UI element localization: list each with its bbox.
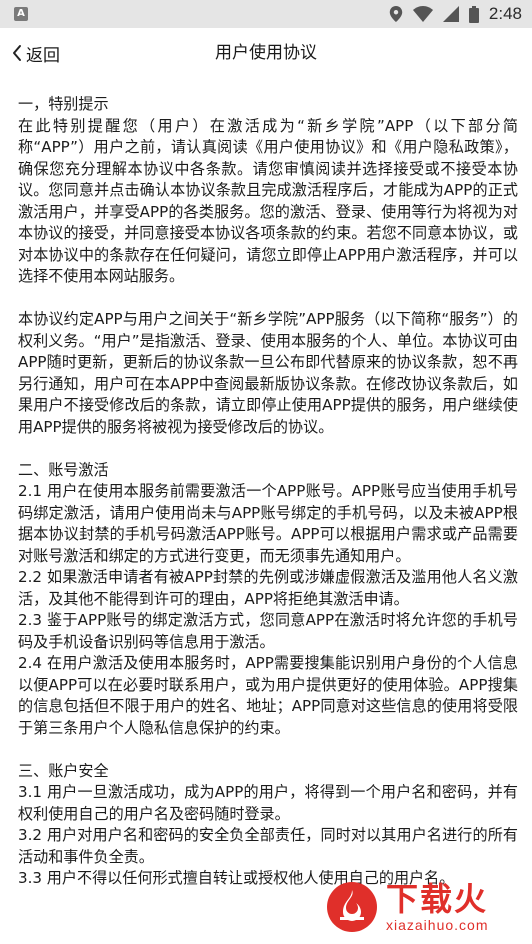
agreement-clause: 2.3 鉴于APP账号的绑定激活方式，您同意APP在激活时将允许您的手机号码及手… (18, 611, 518, 651)
agreement-clause: 2.2 如果激活申请者有被APP封禁的先例或涉嫌虚假激活及滥用他人名义激活，及其… (18, 568, 518, 608)
agreement-clause: 3.2 用户对用户名和密码的安全负全部责任，同时对以其用户名进行的所有活动和事件… (18, 826, 518, 866)
status-bar: A 2:48 (0, 0, 532, 28)
watermark-domain: xiazaihuo.com (386, 916, 489, 933)
section-heading: 二、账号激活 (18, 460, 109, 479)
agreement-clause: 2.1 用户在使用本服务前需要激活一个APP账号。APP账号应当使用手机号码绑定… (18, 482, 518, 565)
section-heading: 三、账户安全 (18, 761, 109, 780)
page-title: 用户使用协议 (215, 43, 317, 63)
section-heading: 一，特别提示 (18, 95, 109, 113)
chevron-left-icon (13, 45, 21, 61)
location-icon (389, 6, 403, 22)
battery-icon (468, 5, 479, 23)
watermark-main-text: 下载火 (386, 879, 489, 918)
flame-logo-icon (327, 882, 377, 932)
agreement-clause: 2.4 在用户激活及使用本服务时，APP需要搜集能识别用户身份的个人信息以便AP… (18, 654, 518, 737)
agreement-content[interactable]: 一，特别提示 在此特别提醒您（用户）在激活成为“新乡学院”APP（以下部分简称“… (18, 94, 518, 944)
agreement-paragraph: 本协议约定APP与用户之间关于“新乡学院”APP服务（以下简称“服务”）的权利义… (18, 310, 518, 436)
watermark-text: 下载火 xiazaihuo.com (386, 883, 489, 932)
back-label: 返回 (26, 45, 60, 66)
wifi-icon (412, 6, 433, 22)
signal-icon (442, 6, 459, 22)
app-notification-icon: A (14, 7, 28, 21)
agreement-clause: 3.1 用户一旦激活成功，成为APP的用户，将得到一个用户名和密码，并有权利使用… (18, 783, 518, 823)
back-button[interactable]: 返回 (10, 28, 60, 78)
navigation-bar: 返回 用户使用协议 (0, 28, 532, 78)
agreement-paragraph: 在此特别提醒您（用户）在激活成为“新乡学院”APP（以下部分简称“APP”）用户… (18, 116, 518, 286)
watermark-logo: 下载火 xiazaihuo.com (326, 876, 526, 938)
status-icons: 2:48 (389, 0, 522, 28)
status-time: 2:48 (488, 4, 522, 23)
